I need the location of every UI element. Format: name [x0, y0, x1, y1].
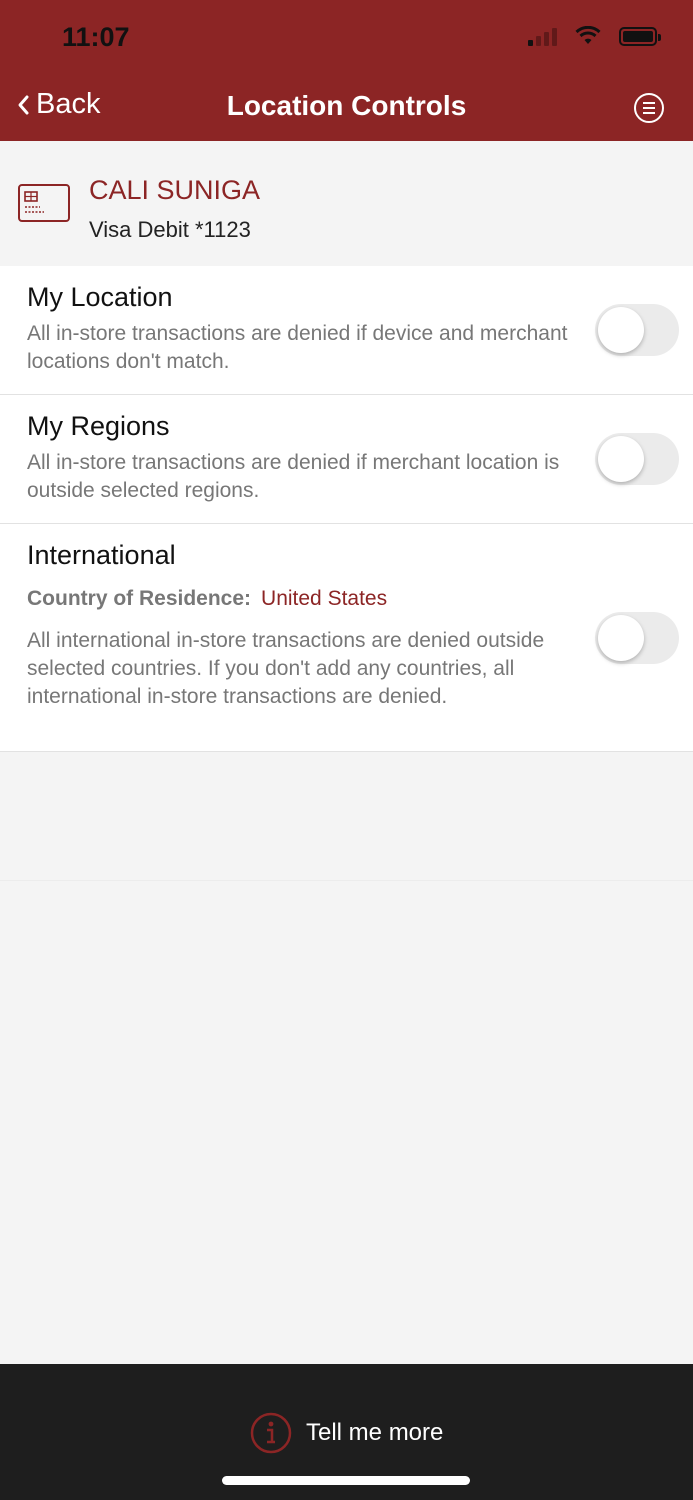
info-icon: [250, 1412, 292, 1454]
credit-card-icon: [18, 184, 70, 222]
cellular-signal-icon: [528, 26, 557, 46]
control-title: My Location: [27, 282, 173, 312]
control-title: My Regions: [27, 411, 170, 441]
card-description: Visa Debit *1123: [89, 217, 251, 242]
country-of-residence: Country of Residence: United States: [27, 587, 387, 611]
page-title: Location Controls: [226, 90, 467, 121]
my-regions-toggle[interactable]: [595, 433, 679, 485]
international-toggle[interactable]: [595, 612, 679, 664]
status-time: 11:07: [62, 22, 130, 52]
control-description: All international in-store transactions …: [27, 629, 545, 708]
control-title: International: [27, 540, 176, 570]
home-indicator: [222, 1476, 470, 1485]
header-bar: 11:07 Back Location Controls: [0, 0, 693, 141]
control-description: All in-store transactions are denied if …: [27, 322, 568, 373]
battery-icon: [619, 26, 661, 46]
menu-icon[interactable]: [633, 92, 665, 124]
my-location-toggle[interactable]: [595, 304, 679, 356]
control-international: International Country of Residence: Unite…: [0, 524, 693, 752]
tell-me-more-label: Tell me more: [306, 1419, 444, 1446]
account-summary: CALI SUNIGA Visa Debit *1123: [0, 141, 693, 266]
tell-me-more-button[interactable]: Tell me more: [250, 1412, 443, 1454]
residence-label: Country of Residence:: [27, 587, 252, 610]
account-holder-name: CALI SUNIGA: [89, 175, 261, 205]
residence-value[interactable]: United States: [261, 587, 387, 610]
control-my-location: My Location All in-store transactions ar…: [0, 266, 693, 395]
control-my-regions: My Regions All in-store transactions are…: [0, 395, 693, 524]
divider: [0, 880, 693, 881]
control-description: All in-store transactions are denied if …: [27, 451, 560, 502]
wifi-icon: [575, 26, 601, 44]
status-icons: [528, 26, 661, 46]
